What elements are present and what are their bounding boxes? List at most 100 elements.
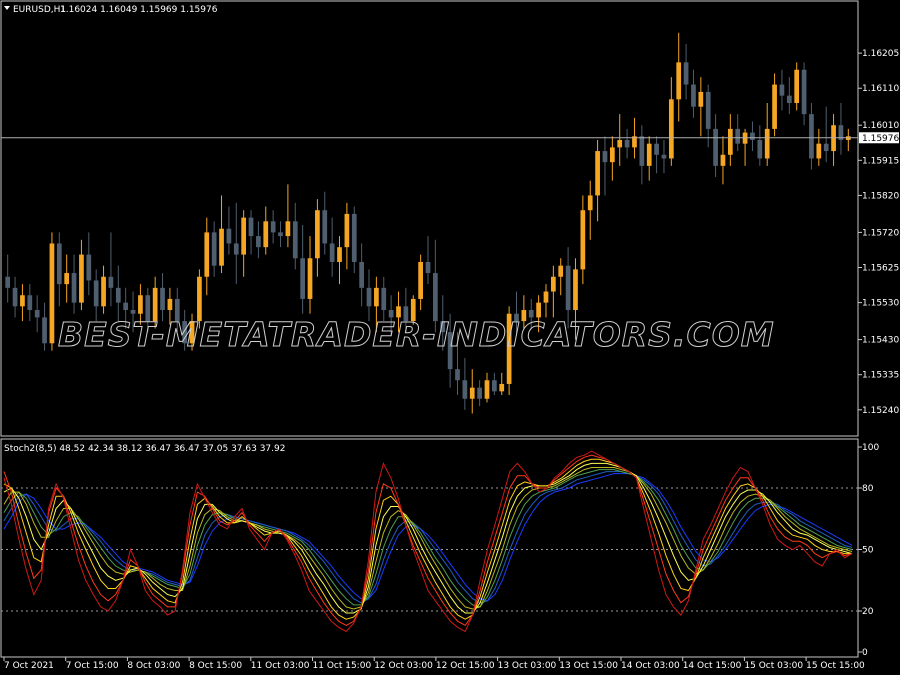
candle-body bbox=[492, 380, 497, 392]
candle bbox=[359, 243, 364, 307]
candle-body bbox=[786, 95, 792, 104]
indicator-tick-label: 100 bbox=[862, 443, 879, 453]
indicator-label: Stoch2(8,5) 48.52 42.34 38.12 36.47 36.4… bbox=[4, 444, 285, 454]
candle bbox=[322, 191, 328, 255]
candle bbox=[809, 103, 814, 170]
candle bbox=[285, 184, 291, 248]
time-tick-label: 12 Oct 15:00 bbox=[436, 661, 495, 671]
candle-body bbox=[27, 295, 33, 311]
candle-body bbox=[558, 265, 564, 277]
time-tick-label: 7 Oct 15:00 bbox=[66, 661, 119, 671]
indicator-tick-label: 50 bbox=[862, 546, 874, 556]
candle bbox=[263, 206, 269, 255]
candle bbox=[668, 77, 674, 166]
price-tick-label: 1.15335 bbox=[862, 371, 899, 381]
candle-body bbox=[654, 143, 659, 155]
candle-body bbox=[720, 154, 726, 166]
candle bbox=[838, 103, 844, 155]
time-tick-label: 13 Oct 03:00 bbox=[498, 661, 557, 671]
candle-body bbox=[823, 143, 829, 152]
candle bbox=[79, 239, 84, 311]
candle-body bbox=[130, 310, 136, 314]
candle-body bbox=[668, 99, 674, 159]
candle bbox=[676, 32, 682, 122]
candle bbox=[337, 236, 342, 285]
candle-body bbox=[366, 287, 372, 307]
candle bbox=[691, 69, 696, 118]
stochastic-series-line bbox=[3, 469, 853, 608]
candle-body bbox=[263, 221, 269, 248]
collapse-triangle-icon[interactable] bbox=[4, 6, 10, 10]
price-tick-label: 1.16010 bbox=[862, 121, 899, 131]
time-tick-label: 11 Oct 03:00 bbox=[251, 661, 310, 671]
stochastic-series-line bbox=[3, 450, 853, 633]
candle bbox=[587, 180, 593, 240]
candle bbox=[241, 210, 247, 277]
candle bbox=[823, 106, 829, 163]
candle-body bbox=[256, 236, 261, 248]
candle-body bbox=[617, 139, 623, 148]
candle bbox=[816, 128, 822, 166]
candle-body bbox=[816, 143, 822, 159]
indicator-tick-label: 80 bbox=[862, 484, 874, 494]
candle bbox=[329, 217, 335, 277]
candle bbox=[646, 136, 652, 181]
candle bbox=[558, 258, 564, 296]
candle-body bbox=[49, 243, 55, 344]
candle bbox=[115, 265, 121, 322]
candle bbox=[617, 114, 623, 166]
candle-body bbox=[79, 254, 84, 303]
candle-body bbox=[278, 232, 283, 237]
candle-body bbox=[93, 280, 99, 307]
candle-body bbox=[469, 387, 475, 399]
candle bbox=[609, 136, 615, 181]
price-axis: 1.16205 1.16110 1.16010 1.15915 1.15820 1.157… bbox=[858, 49, 899, 416]
candle bbox=[602, 136, 608, 196]
candle bbox=[42, 302, 47, 351]
candle bbox=[462, 358, 468, 410]
trading-chart[interactable]: BEST-METATRADER-INDICATORS.COM EURUSD,H1… bbox=[0, 0, 900, 675]
candle-body bbox=[683, 62, 689, 85]
candle bbox=[720, 136, 726, 185]
candle-body bbox=[71, 273, 77, 303]
candle-body bbox=[101, 276, 106, 307]
candle-body bbox=[322, 210, 328, 244]
candle-body bbox=[204, 232, 210, 277]
symbol-label: EURUSD,H1 bbox=[13, 5, 66, 15]
candle-body bbox=[772, 84, 777, 129]
candle bbox=[580, 195, 586, 285]
candle bbox=[204, 217, 210, 296]
candle-body bbox=[233, 243, 239, 255]
candle-body bbox=[315, 210, 320, 259]
candle bbox=[683, 43, 689, 100]
indicator-tick-label: 0 bbox=[862, 648, 868, 658]
candle bbox=[794, 62, 800, 111]
candle-body bbox=[484, 380, 490, 399]
candle bbox=[772, 73, 777, 137]
candle-body bbox=[211, 232, 217, 266]
candle-body bbox=[573, 269, 578, 311]
candle-body bbox=[42, 317, 47, 344]
time-tick-label: 12 Oct 03:00 bbox=[374, 661, 433, 671]
watermark-text: BEST-METATRADER-INDICATORS.COM bbox=[58, 315, 775, 354]
candle bbox=[344, 202, 350, 270]
candle-body bbox=[661, 154, 667, 159]
candle bbox=[307, 236, 313, 314]
candle-body bbox=[580, 210, 586, 270]
candle-body bbox=[292, 221, 298, 259]
candle bbox=[351, 206, 357, 274]
candle bbox=[300, 225, 306, 314]
candle bbox=[108, 232, 114, 307]
candle bbox=[219, 195, 224, 274]
stochastic-lines bbox=[3, 450, 853, 633]
candle-body bbox=[307, 258, 313, 299]
candle bbox=[801, 62, 807, 126]
price-tick-label: 1.15820 bbox=[862, 191, 899, 201]
candle-body bbox=[381, 287, 387, 311]
current-price-value: 1.15976 bbox=[862, 134, 899, 144]
candle-body bbox=[735, 128, 741, 144]
time-tick-label: 13 Oct 15:00 bbox=[559, 661, 618, 671]
price-tick-label: 1.15530 bbox=[862, 299, 899, 309]
candle bbox=[484, 372, 490, 403]
candle bbox=[757, 125, 763, 166]
